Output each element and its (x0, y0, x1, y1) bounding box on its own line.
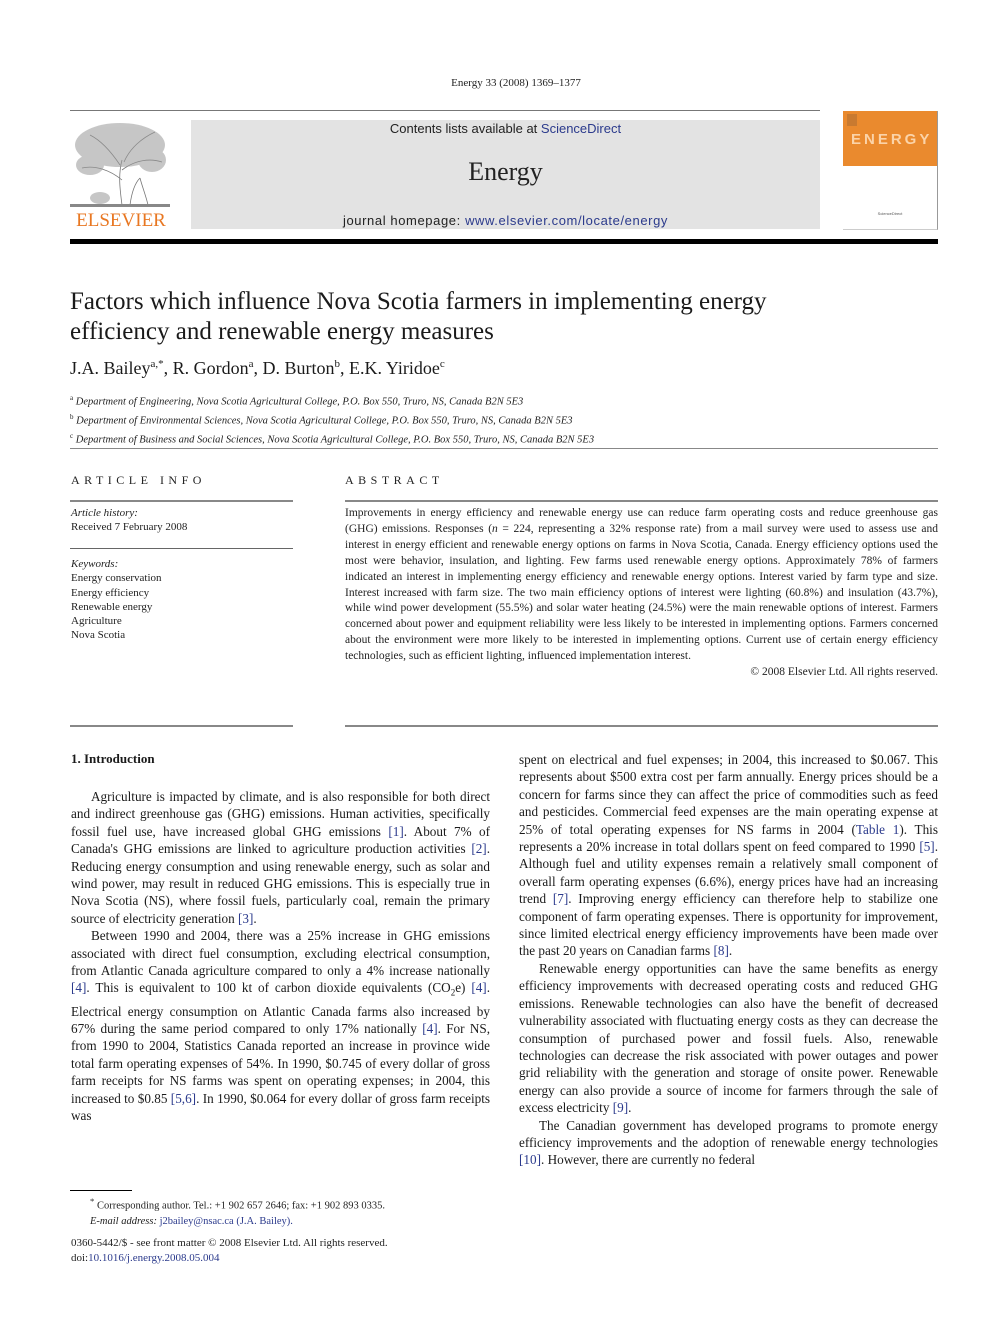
email-label: E-mail address: (90, 1215, 157, 1227)
sciencedirect-link[interactable]: ScienceDirect (541, 121, 621, 136)
citation-link[interactable]: [7] (553, 891, 568, 906)
abstract-rule (345, 725, 938, 727)
abstract-copyright: © 2008 Elsevier Ltd. All rights reserved… (750, 666, 938, 679)
received-date: Received 7 February 2008 (71, 521, 188, 534)
keyword: Energy efficiency (71, 586, 150, 599)
affiliation: a Department of Engineering, Nova Scotia… (70, 394, 524, 408)
keywords: Keywords: Energy conservation Energy eff… (71, 557, 162, 643)
article-info-rule (70, 548, 293, 549)
citation-link[interactable]: [4] (471, 980, 486, 995)
affiliation: b Department of Environmental Sciences, … (70, 413, 573, 427)
email-link[interactable]: j2bailey@nsac.ca (160, 1216, 234, 1227)
paragraph: Renewable energy opportunities can have … (519, 960, 938, 1116)
journal-homepage: journal homepage: www.elsevier.com/locat… (191, 213, 820, 228)
author-affil-sup[interactable]: c (440, 358, 445, 370)
article-info-heading: ARTICLE INFO (71, 473, 206, 487)
body-column-left: Agriculture is impacted by climate, and … (71, 788, 490, 1124)
section-heading-introduction: 1. Introduction (71, 751, 155, 766)
citation-link[interactable]: [4] (71, 980, 86, 995)
author[interactable]: R. Gordona (173, 358, 254, 378)
author[interactable]: J.A. Baileya,* (70, 358, 164, 378)
citation-link[interactable]: [3] (238, 911, 253, 926)
keywords-label: Keywords: (71, 558, 119, 570)
keyword: Agriculture (71, 615, 122, 628)
keyword: Energy conservation (71, 572, 162, 585)
author-affil-sup[interactable]: b (335, 358, 341, 370)
cover-orange-panel: ENERGY (843, 111, 937, 166)
abstract-heading: ABSTRACT (345, 473, 444, 487)
contents-availability: Contents lists available at ScienceDirec… (191, 121, 820, 136)
author[interactable]: D. Burtonb (263, 358, 341, 378)
citation-link[interactable]: [5,6] (171, 1091, 196, 1106)
article-history: Article history: Received 7 February 200… (71, 506, 187, 535)
paragraph: The Canadian government has developed pr… (519, 1117, 938, 1168)
citation-link[interactable]: [4] (422, 1021, 437, 1036)
author-affil-sup[interactable]: a (249, 358, 254, 370)
issn-line: 0360-5442/$ - see front matter © 2008 El… (71, 1237, 388, 1249)
article-title: Factors which influence Nova Scotia farm… (70, 288, 767, 345)
elsevier-wordmark: ELSEVIER (76, 210, 166, 231)
affiliation: c Department of Business and Social Scie… (70, 432, 595, 446)
email-author-name: (J.A. Bailey). (236, 1215, 293, 1227)
title-separator-rule (70, 448, 938, 449)
doi-link[interactable]: 10.1016/j.energy.2008.05.004 (88, 1252, 219, 1264)
citation-link[interactable]: [1] (388, 824, 403, 839)
body-column-right: spent on electrical and fuel expenses; i… (519, 751, 938, 1169)
paragraph: Between 1990 and 2004, there was a 25% i… (71, 928, 491, 1123)
article-info-rule (70, 500, 293, 502)
abstract-rule (345, 500, 938, 502)
keyword: Renewable energy (71, 600, 153, 613)
paragraph: Agriculture is impacted by climate, and … (71, 789, 490, 926)
corresponding-author-footnote: * Corresponding author. Tel.: +1 902 657… (90, 1196, 385, 1227)
article-info-rule (70, 725, 293, 727)
homepage-prefix: journal homepage: (342, 213, 466, 228)
citation-link[interactable]: [10] (519, 1152, 541, 1167)
contents-prefix: Contents lists available at (389, 121, 541, 136)
cover-logo-icon (847, 114, 857, 126)
citation-link[interactable]: [8] (713, 943, 728, 958)
elsevier-logo[interactable]: ELSEVIER (70, 120, 172, 232)
history-label: Article history: (71, 507, 138, 519)
elsevier-tree-icon (70, 123, 170, 207)
journal-name: Energy (468, 157, 543, 186)
front-matter: 0360-5442/$ - see front matter © 2008 El… (71, 1237, 388, 1264)
abstract-body: Improvements in energy efficiency and re… (345, 506, 938, 681)
abstract-text: Improvements in energy efficiency and re… (345, 507, 939, 663)
author-affil-sup[interactable]: a,* (151, 358, 164, 370)
cover-footer: ScienceDirect (877, 211, 903, 216)
journal-banner: Contents lists available at ScienceDirec… (191, 120, 820, 229)
citation-link[interactable]: [5] (919, 839, 934, 854)
header-thick-rule (70, 239, 938, 244)
cover-title: ENERGY (851, 131, 933, 148)
table-link[interactable]: Table 1 (856, 822, 899, 837)
keyword: Nova Scotia (71, 629, 126, 642)
journal-cover-thumbnail[interactable]: ENERGY ScienceDirect (843, 111, 938, 230)
author-list: J.A. Baileya,*, R. Gordona, D. Burtonb, … (70, 358, 445, 378)
header-rule (70, 110, 820, 111)
footnote-rule (70, 1190, 132, 1191)
citation-link[interactable]: [9] (613, 1100, 628, 1115)
paragraph: spent on electrical and fuel expenses; i… (519, 752, 938, 959)
journal-reference: Energy 33 (2008) 1369–1377 (451, 77, 581, 89)
author[interactable]: E.K. Yiridoec (349, 358, 445, 378)
citation-link[interactable]: [2] (471, 841, 486, 856)
affiliations: a Department of Engineering, Nova Scotia… (70, 391, 594, 448)
homepage-link[interactable]: www.elsevier.com/locate/energy (465, 213, 668, 228)
